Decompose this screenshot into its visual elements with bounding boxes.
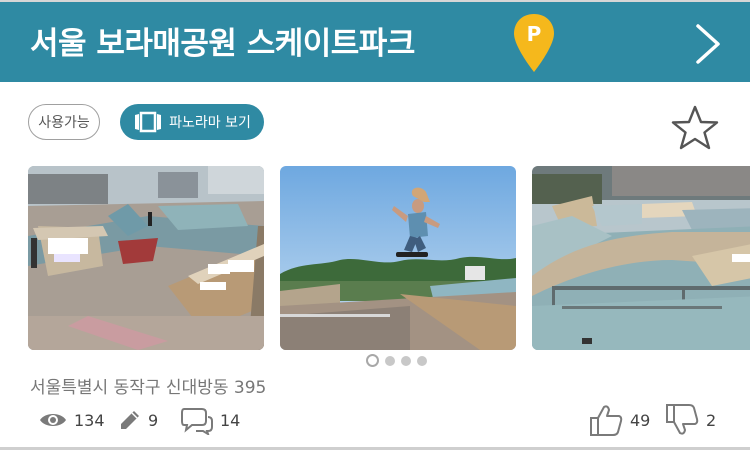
available-badge-label: 사용가능: [38, 115, 90, 131]
page-dot-3[interactable]: [401, 355, 411, 366]
edits-count: 9: [148, 410, 159, 430]
pin-label: P: [527, 22, 542, 46]
gallery-pagination: [366, 354, 427, 367]
dislike-button[interactable]: 2: [664, 404, 716, 436]
address-text: 서울특별시 동작구 신대방동 395: [30, 378, 267, 398]
header-bar: 서울 보라매공원 스케이트파크 P: [0, 2, 750, 82]
pencil-icon: [121, 411, 139, 429]
gallery-photo-3[interactable]: [532, 166, 750, 350]
panorama-icon: [135, 111, 162, 133]
panorama-button-label: 파노라마 보기: [169, 115, 251, 131]
comments-stat: 14: [180, 404, 240, 436]
page-title: 서울 보라매공원 스케이트파크: [30, 26, 415, 62]
thumbs-up-icon: [590, 405, 623, 436]
gallery-photo-2[interactable]: [280, 166, 516, 350]
page-dot-4[interactable]: [417, 355, 427, 366]
skatepark-photo-3: [532, 166, 750, 350]
page-dot-1[interactable]: [366, 354, 379, 367]
like-button[interactable]: 49: [588, 404, 650, 436]
skatepark-photo-1: [28, 166, 264, 350]
likes-count: 49: [630, 410, 651, 430]
thumbs-down-icon: [666, 404, 699, 435]
gallery-photo-1[interactable]: [28, 166, 264, 350]
parking-pin-icon: P: [514, 14, 554, 72]
dislikes-count: 2: [706, 410, 717, 430]
views-stat: 134: [38, 404, 105, 436]
chevron-right-icon[interactable]: [690, 20, 726, 68]
views-count: 134: [74, 410, 105, 430]
star-outline-icon[interactable]: [670, 104, 720, 152]
comments-count: 14: [220, 410, 241, 430]
eye-icon: [40, 414, 66, 426]
page-dot-2[interactable]: [385, 355, 395, 366]
available-badge: 사용가능: [28, 104, 100, 140]
edits-stat: 9: [118, 404, 158, 436]
comment-bubbles-icon: [181, 408, 213, 435]
panorama-button[interactable]: 파노라마 보기: [120, 104, 264, 140]
skatepark-photo-2: [280, 166, 516, 350]
